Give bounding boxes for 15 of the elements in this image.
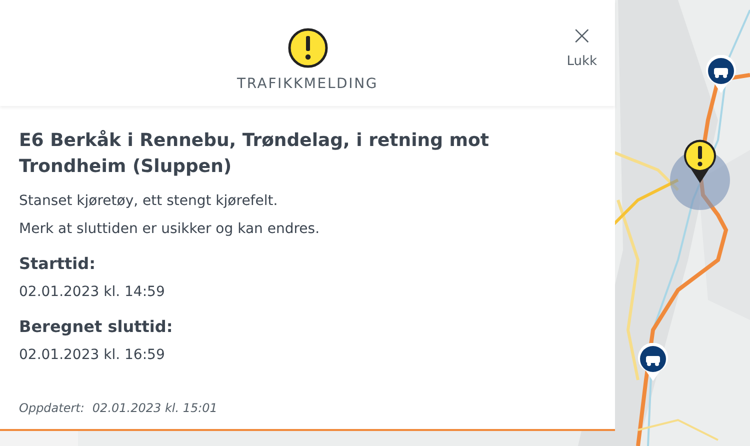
message-title: E6 Berkåk i Rennebu, Trøndelag, i retning mot Trondheim (Sluppen) bbox=[19, 129, 490, 179]
panel-title: TRAFIKKMELDING bbox=[237, 76, 378, 92]
warning-pin-icon[interactable] bbox=[683, 139, 717, 183]
field-label: Beregnet sluttid: bbox=[19, 317, 174, 336]
updated-label: Oppdatert: bbox=[19, 401, 84, 415]
close-button[interactable]: × Lukk bbox=[566, 24, 597, 69]
warning-icon bbox=[288, 28, 328, 68]
field-value: 02.01.2023 kl. 14:59 bbox=[19, 283, 166, 301]
message-text: Stanset kjøretøy, ett stengt kjørefelt. bbox=[19, 192, 279, 210]
car-pin-icon[interactable] bbox=[705, 55, 737, 93]
field-value: 02.01.2023 kl. 16:59 bbox=[19, 346, 166, 364]
car-pin-icon[interactable] bbox=[637, 343, 669, 381]
field-label: Starttid: bbox=[19, 254, 96, 273]
updated-time: 02.01.2023 kl. 15:01 bbox=[92, 401, 218, 415]
message-text: Merk at sluttiden er usikker og kan endres. bbox=[19, 220, 321, 238]
